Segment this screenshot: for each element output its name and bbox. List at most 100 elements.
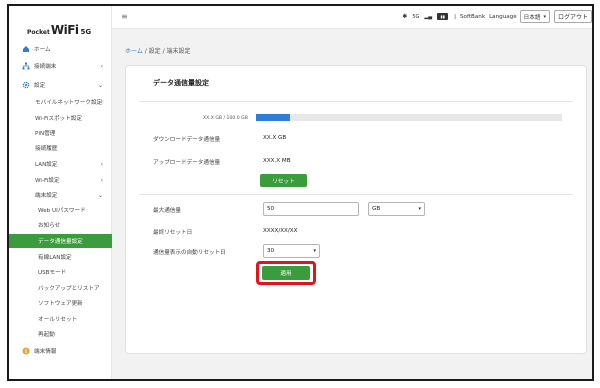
data-usage-card: データ通信量設定 XX.X GB / 100.0 GB ダウンロードデータ通信量…	[125, 65, 587, 354]
info-icon	[22, 347, 30, 355]
reset-button-label: リセット	[272, 178, 295, 185]
sidebar-label: お知らせ	[38, 223, 61, 229]
sidebar-label: LAN設定	[35, 162, 58, 168]
reset-button[interactable]: リセット	[260, 174, 307, 187]
sidebar-label: USBモード	[38, 270, 67, 276]
sidebar-item-mobile-network[interactable]: モバイルネットワーク設定 ‹	[9, 95, 112, 109]
download-value: XX.X GB	[263, 135, 287, 141]
sidebar-item-backup[interactable]: バックアップとリストア	[9, 281, 112, 295]
main-content: ホーム / 設定 / 端末設定 データ通信量設定 XX.X GB / 100.0…	[112, 29, 592, 379]
bluetooth-icon: ✱	[402, 13, 408, 20]
breadcrumb: ホーム / 設定 / 端末設定	[125, 46, 191, 55]
sidebar-label: 設定	[34, 83, 46, 89]
breadcrumb-settings: 設定	[148, 48, 161, 55]
carrier-name: SoftBank	[459, 13, 486, 20]
sidebar-label: 端末情報	[34, 349, 57, 355]
apply-button[interactable]: 適用	[262, 266, 310, 280]
chevron-down-icon: ▾	[313, 248, 316, 254]
usage-text: XX.X GB / 100.0 GB	[203, 116, 248, 121]
logout-label: ログアウト	[557, 14, 588, 21]
sidebar-label: Web UIパスワード	[38, 208, 86, 214]
logo-pocket: Pocket	[27, 29, 50, 36]
sidebar: Pocket WiFi 5G ホーム 接続端末 ‹ 設定 ⌄ モバイルネットワー…	[9, 6, 112, 379]
chevron-left-icon: ‹	[100, 176, 103, 184]
logo-model: 5G	[80, 28, 92, 36]
status-area: ✱ 5G ▂▄ ▮▮ | SoftBank Language 日本語 ▾ ログア…	[402, 10, 592, 23]
topbar: ≡ ✱ 5G ▂▄ ▮▮ | SoftBank Language 日本語 ▾ ロ…	[112, 6, 592, 29]
auto-reset-label: 通信量表示の自動リセット日	[153, 250, 226, 256]
sidebar-label: データ通信量設定	[38, 239, 83, 245]
chevron-down-icon: ▾	[543, 13, 546, 20]
sidebar-item-wifi[interactable]: Wi-Fi設定 ‹	[9, 173, 112, 187]
chevron-down-icon: ▾	[418, 206, 421, 212]
sidebar-item-settings[interactable]: 設定 ⌄	[9, 78, 112, 92]
divider	[139, 194, 573, 195]
sidebar-item-software-update[interactable]: ソフトウェア更新	[9, 296, 112, 310]
usage-progress-fill	[256, 114, 290, 121]
sidebar-item-conn-history[interactable]: 接続履歴	[9, 141, 112, 155]
chevron-left-icon: ‹	[100, 98, 103, 106]
sidebar-item-pin[interactable]: PIN管理	[9, 126, 112, 140]
sidebar-item-web-ui-password[interactable]: Web UIパスワード	[9, 203, 112, 217]
upload-value: XXX.X MB	[263, 158, 291, 164]
unit-select[interactable]: GB ▾	[368, 202, 425, 216]
sidebar-item-lan[interactable]: LAN設定 ‹	[9, 157, 112, 171]
home-icon	[22, 45, 30, 53]
brand-logo: Pocket WiFi 5G	[27, 23, 91, 37]
sidebar-item-device-info[interactable]: 端末情報	[9, 344, 112, 358]
sidebar-label: 端末設定	[35, 193, 58, 199]
sidebar-label: Wi-Fi設定	[35, 178, 60, 184]
sidebar-label: PIN管理	[35, 131, 56, 137]
network-icon	[22, 62, 30, 70]
sidebar-item-reboot[interactable]: 再起動	[9, 327, 112, 341]
sidebar-label: バックアップとリストア	[38, 286, 100, 292]
max-usage-label: 最大通信量	[153, 208, 181, 214]
sidebar-item-wifi-spot[interactable]: Wi-Fiスポット設定	[9, 111, 112, 125]
auto-reset-value: 30	[267, 248, 275, 254]
breadcrumb-home[interactable]: ホーム	[125, 48, 143, 55]
language-value: 日本語	[523, 14, 541, 21]
sidebar-label: 再起動	[38, 332, 55, 338]
language-select[interactable]: 日本語 ▾	[519, 10, 550, 23]
chevron-down-icon: ⌄	[97, 81, 103, 89]
sidebar-item-home[interactable]: ホーム	[9, 42, 112, 56]
max-usage-value: 50	[267, 206, 275, 212]
sidebar-item-all-reset[interactable]: オールリセット	[9, 312, 112, 326]
usage-progress-bar	[256, 114, 562, 121]
sidebar-item-device[interactable]: 端末設定 ⌄	[9, 188, 112, 202]
menu-icon[interactable]: ≡	[121, 12, 128, 21]
language-label: Language	[489, 13, 517, 20]
sidebar-item-usb-mode[interactable]: USBモード	[9, 265, 112, 279]
network-type: 5G	[412, 13, 420, 20]
sidebar-label: ホーム	[34, 47, 51, 53]
download-label: ダウンロードデータ通信量	[153, 137, 221, 143]
apply-button-label: 適用	[280, 271, 292, 277]
upload-label: アップロードデータ通信量	[153, 160, 221, 166]
divider	[139, 101, 573, 102]
last-reset-value: XXXX/XX/XX	[263, 228, 298, 234]
max-usage-input[interactable]: 50	[263, 202, 359, 216]
chevron-down-icon: ⌄	[97, 191, 103, 199]
sidebar-item-wired-lan[interactable]: 有線LAN設定	[9, 250, 112, 264]
unit-value: GB	[372, 206, 381, 212]
sidebar-label: 有線LAN設定	[38, 255, 72, 261]
logo-wifi: WiFi	[50, 23, 79, 37]
sidebar-item-connected[interactable]: 接続端末 ‹	[9, 59, 112, 73]
sidebar-label: Wi-Fiスポット設定	[35, 116, 82, 122]
sidebar-label: 接続端末	[34, 64, 57, 70]
sidebar-label: モバイルネットワーク設定	[35, 100, 103, 106]
sidebar-label: ソフトウェア更新	[38, 301, 83, 307]
card-title: データ通信量設定	[153, 79, 209, 87]
sidebar-label: オールリセット	[38, 317, 78, 323]
chevron-left-icon: ‹	[100, 62, 103, 70]
sidebar-item-data-usage[interactable]: データ通信量設定	[9, 234, 112, 248]
logout-button[interactable]: ログアウト	[553, 10, 592, 23]
signal-icon: ▂▄	[424, 13, 433, 20]
chevron-left-icon: ‹	[100, 160, 103, 168]
last-reset-label: 最終リセット日	[153, 230, 193, 236]
sidebar-item-notice[interactable]: お知らせ	[9, 218, 112, 232]
breadcrumb-device: 端末設定	[166, 48, 191, 55]
auto-reset-select[interactable]: 30 ▾	[263, 244, 320, 258]
screenshot-frame: Pocket WiFi 5G ホーム 接続端末 ‹ 設定 ⌄ モバイルネットワー…	[7, 4, 594, 381]
carrier-separator: |	[454, 13, 456, 20]
